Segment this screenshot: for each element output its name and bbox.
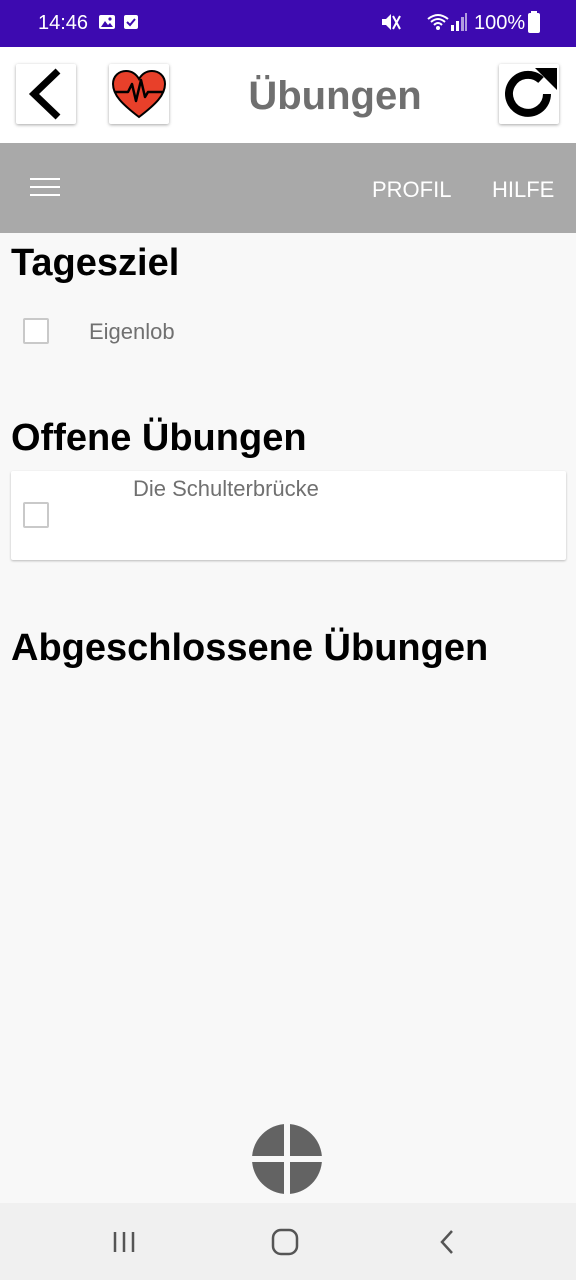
status-time: 14:46 <box>38 12 89 34</box>
image-icon <box>99 15 115 29</box>
exercise-label: Die Schulterbrücke <box>133 476 319 501</box>
battery-icon <box>528 11 540 33</box>
refresh-button[interactable] <box>499 64 559 124</box>
signal-icon <box>451 13 467 31</box>
system-nav-bar <box>0 1203 576 1280</box>
exercise-card[interactable]: Die Schulterbrücke <box>11 471 566 560</box>
recent-apps-icon[interactable] <box>110 1227 140 1257</box>
battery-percentage: 100% <box>474 12 526 34</box>
exercises-screen: 14:46 100% Übungen PROFIL HILFE Tageszie… <box>0 0 576 1280</box>
daily-goal-title: Tagesziel <box>11 242 180 284</box>
add-exercise-button[interactable] <box>252 1124 322 1194</box>
heart-pulse-icon <box>111 69 167 119</box>
daily-goal-checkbox[interactable] <box>23 318 49 344</box>
app-header: Übungen <box>0 47 576 143</box>
open-exercises-title: Offene Übungen <box>11 417 307 459</box>
back-button[interactable] <box>16 64 76 124</box>
completed-exercises-title: Abgeschlossene Übungen <box>11 627 489 669</box>
toolbar: PROFIL HILFE <box>0 143 576 233</box>
check-square-icon <box>124 15 138 29</box>
home-icon[interactable] <box>270 1227 300 1257</box>
daily-goal-item-label: Eigenlob <box>89 319 175 344</box>
back-arrow-icon <box>28 68 61 120</box>
status-bar: 14:46 100% <box>0 0 576 47</box>
help-link[interactable]: HILFE <box>492 177 554 203</box>
heart-button[interactable] <box>109 64 169 124</box>
page-title: Übungen <box>248 74 422 118</box>
back-icon[interactable] <box>432 1227 462 1257</box>
hamburger-menu-icon[interactable] <box>30 178 60 198</box>
mute-icon <box>382 14 401 30</box>
profile-link[interactable]: PROFIL <box>372 177 451 203</box>
wifi-icon <box>427 14 449 30</box>
refresh-icon <box>505 68 557 117</box>
exercise-checkbox[interactable] <box>23 502 49 528</box>
